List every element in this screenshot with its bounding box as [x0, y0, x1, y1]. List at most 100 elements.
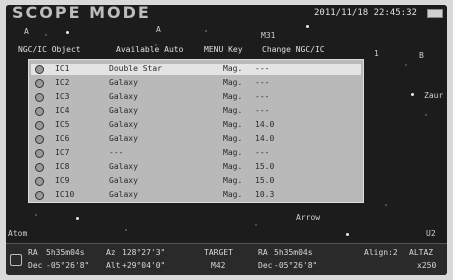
object-id: IC5	[55, 120, 70, 129]
star-marker	[411, 93, 414, 96]
magnitude-label: Mag.	[223, 78, 243, 87]
magnitude-value: ---	[255, 106, 270, 115]
magnitude-value: ---	[255, 148, 270, 157]
magnitude-label: Mag.	[223, 106, 243, 115]
magnitude-label: Mag.	[223, 190, 243, 199]
object-type: Galaxy	[109, 78, 138, 87]
list-item[interactable]: IC2 Galaxy Mag. ---	[31, 78, 361, 89]
magnitude-value: ---	[255, 92, 270, 101]
object-id: IC4	[55, 106, 70, 115]
list-item[interactable]: IC1 Double Star Mag. ---	[31, 64, 361, 75]
object-icon	[35, 65, 44, 74]
list-item[interactable]: IC5 Galaxy Mag. 14.0	[31, 120, 361, 131]
magnitude-label: Mag.	[223, 148, 243, 157]
dec-value: -05°26'8"	[46, 261, 90, 270]
sky-label-b: B	[419, 51, 424, 60]
az-label: Az	[106, 248, 116, 257]
telescope-screen: SCOPE MODE 2011/11/18 22:45:32 A A M31 B…	[6, 5, 447, 275]
magnitude-label: Mag.	[223, 92, 243, 101]
magnitude-value: ---	[255, 64, 270, 73]
object-id: IC6	[55, 134, 70, 143]
available-hint: Available Auto	[116, 45, 184, 54]
star-marker	[76, 217, 79, 220]
magnitude-value: 15.0	[255, 162, 275, 171]
object-id: IC2	[55, 78, 70, 87]
az-value: 128°27'3"	[122, 248, 166, 257]
object-id: IC8	[55, 162, 70, 171]
object-id: IC7	[55, 148, 70, 157]
object-id: IC9	[55, 176, 70, 185]
ra-label: RA	[28, 248, 38, 257]
target-dec-value: -05°26'8"	[274, 261, 318, 270]
sky-label-a: A	[24, 27, 29, 36]
sky-label-zaur: Zaur	[424, 91, 444, 100]
header-bar: SCOPE MODE 2011/11/18 22:45:32	[6, 5, 447, 23]
object-icon	[35, 135, 44, 144]
mode-title: SCOPE MODE	[12, 5, 151, 22]
object-icon	[35, 107, 44, 116]
list-title: NGC/IC Object	[18, 45, 81, 54]
target-value: M42	[211, 261, 226, 270]
align-status: Align:2	[364, 248, 398, 257]
object-icon	[35, 149, 44, 158]
object-icon	[35, 79, 44, 88]
mount-icon	[10, 254, 22, 266]
star-marker	[66, 31, 69, 34]
object-id: IC1	[55, 64, 70, 73]
object-type: Galaxy	[109, 120, 138, 129]
sky-label-one: 1	[374, 49, 379, 58]
list-item[interactable]: IC7 --- Mag. ---	[31, 148, 361, 159]
object-type: Double Star	[109, 64, 162, 73]
magnitude-label: Mag.	[223, 176, 243, 185]
sky-label-u2: U2	[426, 229, 436, 238]
object-type: ---	[109, 148, 124, 157]
magnitude-label: Mag.	[223, 162, 243, 171]
object-type: Galaxy	[109, 162, 138, 171]
sky-label-a2: A	[156, 25, 161, 34]
list-item[interactable]: IC8 Galaxy Mag. 15.0	[31, 162, 361, 173]
alt-label: Alt	[106, 261, 121, 270]
menu-key-hint: MENU Key	[204, 45, 243, 54]
magnitude-label: Mag.	[223, 64, 243, 73]
target-dec-label: Dec	[258, 261, 273, 270]
sky-label-m31: M31	[261, 31, 276, 40]
object-type: Galaxy	[109, 106, 138, 115]
object-type: Galaxy	[109, 92, 138, 101]
magnitude-label: Mag.	[223, 134, 243, 143]
list-item[interactable]: IC3 Galaxy Mag. ---	[31, 92, 361, 103]
object-type: Galaxy	[109, 176, 138, 185]
status-bar: RA 5h35m04s Az 128°27'3" Dec -05°26'8" A…	[6, 243, 447, 275]
list-item[interactable]: IC4 Galaxy Mag. ---	[31, 106, 361, 117]
magnitude-label: Mag.	[223, 120, 243, 129]
list-item[interactable]: IC6 Galaxy Mag. 14.0	[31, 134, 361, 145]
alt-value: +29°04'0"	[122, 261, 166, 270]
object-icon	[35, 191, 44, 200]
object-id: IC10	[55, 190, 75, 199]
magnitude-value: 10.3	[255, 190, 275, 199]
sky-label-atom: Atom	[8, 229, 28, 238]
list-hint-bar: NGC/IC Object Available Auto MENU Key Ch…	[6, 45, 366, 56]
object-list: IC1 Double Star Mag. --- IC2 Galaxy Mag.…	[28, 59, 364, 203]
object-icon	[35, 93, 44, 102]
star-marker	[346, 233, 349, 236]
magnitude-value: 14.0	[255, 120, 275, 129]
ra-value: 5h35m04s	[46, 248, 85, 257]
star-marker	[306, 25, 309, 28]
object-type: Galaxy	[109, 190, 138, 199]
datetime: 2011/11/18 22:45:32	[314, 8, 417, 18]
object-id: IC3	[55, 92, 70, 101]
magnitude-value: ---	[255, 78, 270, 87]
magnitude-value: 15.0	[255, 176, 275, 185]
object-icon	[35, 177, 44, 186]
target-ra-value: 5h35m04s	[274, 248, 313, 257]
battery-icon	[427, 9, 443, 18]
object-icon	[35, 121, 44, 130]
object-icon	[35, 163, 44, 172]
mount-mode: ALTAZ	[409, 248, 434, 257]
list-item[interactable]: IC10 Galaxy Mag. 10.3	[31, 190, 361, 201]
sky-label-arrow: Arrow	[296, 213, 321, 222]
list-item[interactable]: IC9 Galaxy Mag. 15.0	[31, 176, 361, 187]
target-ra-label: RA	[258, 248, 268, 257]
object-type: Galaxy	[109, 134, 138, 143]
magnitude-value: 14.0	[255, 134, 275, 143]
